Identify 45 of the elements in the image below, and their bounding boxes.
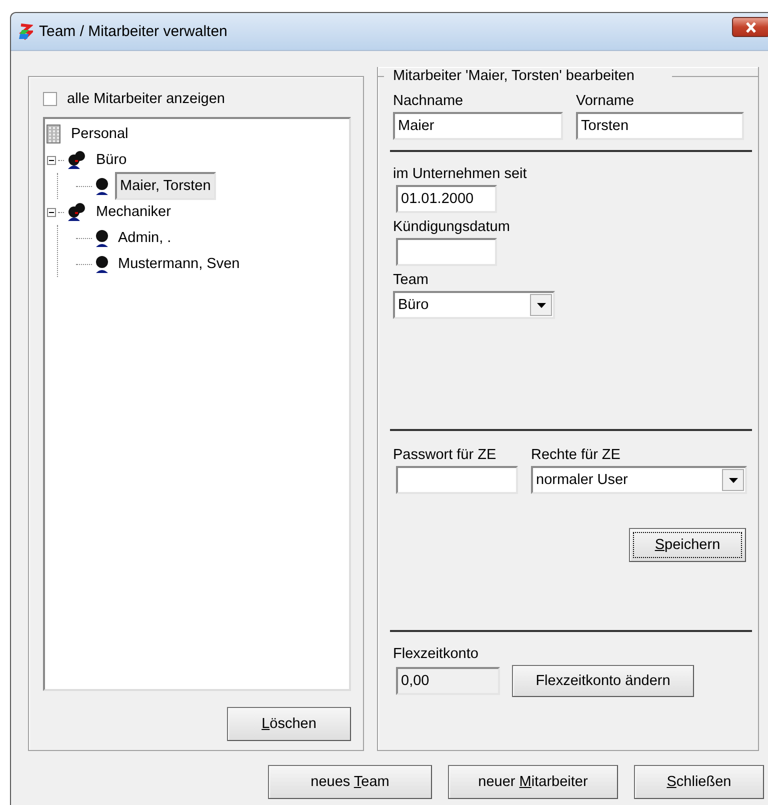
close-icon bbox=[745, 22, 757, 32]
input-field[interactable]: Torsten bbox=[576, 112, 744, 140]
field-label: Passwort für ZE bbox=[393, 447, 496, 463]
people-icon bbox=[66, 202, 88, 222]
change-balance-button[interactable]: Flexzeitkonto ändern bbox=[512, 665, 694, 697]
input-field[interactable]: Maier bbox=[393, 112, 563, 140]
field-label: Team bbox=[393, 272, 428, 288]
footer-button[interactable]: Schließen bbox=[634, 765, 764, 799]
app-icon bbox=[17, 22, 33, 40]
date-field[interactable] bbox=[396, 238, 497, 266]
footer-button[interactable]: neues Team bbox=[268, 765, 432, 799]
balance-field[interactable]: 0,00 bbox=[396, 667, 500, 695]
field-label: Kündigungsdatum bbox=[393, 219, 510, 235]
password-field[interactable] bbox=[396, 466, 518, 494]
person-icon bbox=[94, 254, 110, 274]
dropdown-arrow-icon bbox=[536, 302, 546, 308]
field-label: Rechte für ZE bbox=[531, 447, 620, 463]
person-icon bbox=[94, 228, 110, 248]
field-label: Flexzeitkonto bbox=[393, 646, 478, 662]
tree-item[interactable]: Büro bbox=[93, 151, 130, 169]
collapse-toggle[interactable] bbox=[47, 208, 56, 216]
team-dropdown[interactable]: Büro bbox=[393, 291, 555, 319]
tree-item[interactable]: Maier, Torsten bbox=[115, 172, 216, 200]
panel-legend: Mitarbeiter 'Maier, Torsten' bearbeiten bbox=[391, 67, 636, 85]
people-icon bbox=[66, 150, 88, 170]
rights-dropdown[interactable]: normaler User bbox=[531, 466, 747, 494]
collapse-toggle[interactable] bbox=[47, 156, 56, 164]
tree-item[interactable]: Personal bbox=[68, 125, 132, 143]
footer-button[interactable]: neuer Mitarbeiter bbox=[448, 765, 618, 799]
field-label: Nachname bbox=[393, 93, 464, 109]
window-title: Team / Mitarbeiter verwalten bbox=[39, 23, 228, 40]
delete-button[interactable]: Löschen bbox=[227, 707, 351, 741]
building-icon bbox=[45, 124, 63, 144]
date-field[interactable]: 01.01.2000 bbox=[396, 185, 497, 213]
tree-item[interactable]: Admin, . bbox=[115, 229, 174, 247]
tree-item[interactable]: Mustermann, Sven bbox=[115, 255, 243, 273]
field-label: im Unternehmen seit bbox=[393, 166, 527, 182]
dropdown-arrow-icon bbox=[728, 478, 738, 482]
close-button[interactable] bbox=[732, 17, 768, 37]
checkbox[interactable] bbox=[43, 92, 57, 106]
save-button[interactable]: Speichern bbox=[629, 528, 746, 562]
tree-item[interactable]: Mechaniker bbox=[93, 203, 174, 221]
checkbox-label: alle Mitarbeiter anzeigen bbox=[67, 91, 225, 107]
person-icon bbox=[94, 176, 110, 196]
field-label: Vorname bbox=[576, 93, 634, 109]
